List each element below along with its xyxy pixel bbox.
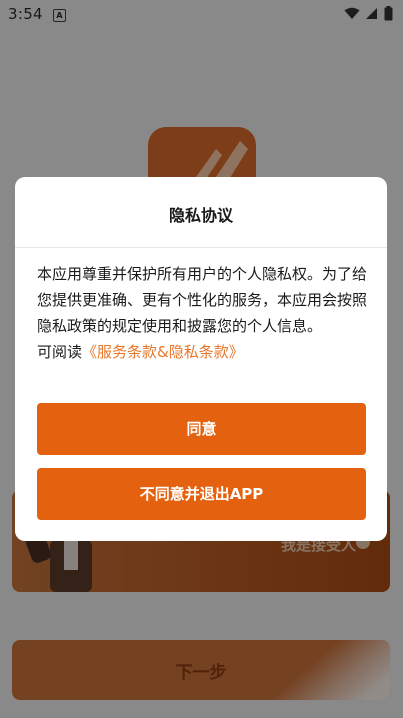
screen: 3:54 A 我是接受人 下一步 隐私协议 本应用尊重并保护所有用户的个人隐私权… bbox=[0, 0, 403, 718]
read-prefix: 可阅读 bbox=[37, 343, 83, 361]
dialog-body: 本应用尊重并保护所有用户的个人隐私权。为了给您提供更准确、更有个性化的服务，本应… bbox=[37, 261, 371, 365]
terms-link[interactable]: 《服务条款&隐私条款》 bbox=[82, 343, 244, 361]
dialog-divider bbox=[15, 247, 387, 248]
read-terms-line: 可阅读《服务条款&隐私条款》 bbox=[37, 339, 371, 365]
agree-button[interactable]: 同意 bbox=[37, 403, 366, 455]
privacy-dialog: 隐私协议 本应用尊重并保护所有用户的个人隐私权。为了给您提供更准确、更有个性化的… bbox=[15, 177, 387, 541]
dialog-title: 隐私协议 bbox=[168, 206, 233, 225]
privacy-body-text: 本应用尊重并保护所有用户的个人隐私权。为了给您提供更准确、更有个性化的服务，本应… bbox=[37, 265, 368, 335]
disagree-exit-button[interactable]: 不同意并退出APP bbox=[37, 468, 366, 520]
